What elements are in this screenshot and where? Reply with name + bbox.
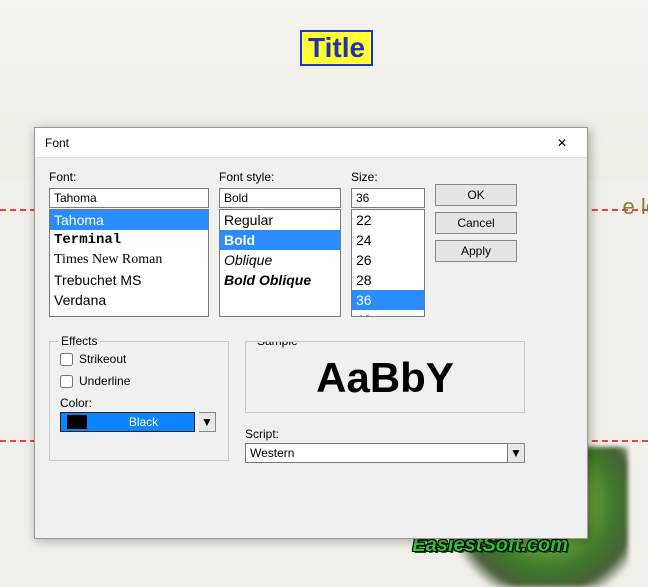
strikeout-row[interactable]: Strikeout [60, 352, 218, 366]
font-list[interactable]: Tahoma Terminal Times New Roman Trebuche… [49, 209, 209, 317]
style-label: Font style: [219, 170, 341, 184]
list-item[interactable]: 36 [352, 290, 424, 310]
script-label: Script: [245, 427, 525, 441]
list-item[interactable]: 22 [352, 210, 424, 230]
list-item[interactable]: Oblique [220, 250, 340, 270]
color-dropdown-button[interactable]: ▼ [199, 412, 216, 432]
size-list[interactable]: 22 24 26 28 36 48 72 [351, 209, 425, 317]
font-input[interactable] [49, 188, 209, 208]
close-icon: ✕ [557, 136, 567, 150]
strikeout-checkbox[interactable] [60, 353, 73, 366]
sample-text: AaBbY [316, 354, 454, 402]
list-item[interactable]: Terminal [50, 230, 208, 250]
size-label: Size: [351, 170, 425, 184]
effects-legend: Effects [58, 334, 100, 348]
color-label: Color: [60, 396, 218, 410]
list-item[interactable]: Tahoma [50, 210, 208, 230]
underline-label: Underline [79, 374, 130, 388]
color-name: Black [93, 415, 194, 429]
list-item[interactable]: 48 [352, 310, 424, 317]
dialog-title: Font [45, 136, 541, 150]
underline-checkbox[interactable] [60, 375, 73, 388]
bg-text-right: e le [623, 194, 648, 220]
title-box[interactable]: Title [300, 30, 373, 66]
script-dropdown-button[interactable]: ▼ [508, 443, 525, 463]
list-item[interactable]: Trebuchet MS [50, 270, 208, 290]
font-dialog: Font ✕ Font: Tahoma Terminal Times New R… [34, 127, 588, 539]
style-list[interactable]: Regular Bold Oblique Bold Oblique [219, 209, 341, 317]
strikeout-label: Strikeout [79, 352, 126, 366]
underline-row[interactable]: Underline [60, 374, 218, 388]
apply-button[interactable]: Apply [435, 240, 517, 262]
chevron-down-icon: ▼ [201, 415, 213, 429]
list-item[interactable]: Verdana [50, 290, 208, 310]
effects-group: Effects Strikeout Underline Color: Black… [49, 341, 229, 461]
titlebar: Font ✕ [35, 128, 587, 158]
color-swatch [67, 415, 87, 429]
script-combo[interactable] [245, 443, 508, 463]
ok-button[interactable]: OK [435, 184, 517, 206]
list-item[interactable]: Regular [220, 210, 340, 230]
size-input[interactable] [351, 188, 425, 208]
sample-group: Sample AaBbY [245, 341, 525, 413]
sample-legend: Sample [254, 341, 301, 348]
close-button[interactable]: ✕ [541, 131, 583, 155]
list-item[interactable]: Times New Roman [50, 250, 208, 270]
chevron-down-icon: ▼ [510, 446, 522, 460]
cancel-button[interactable]: Cancel [435, 212, 517, 234]
list-item[interactable]: Bold Oblique [220, 270, 340, 290]
style-input[interactable] [219, 188, 341, 208]
list-item[interactable]: 28 [352, 270, 424, 290]
list-item[interactable]: 26 [352, 250, 424, 270]
color-combo[interactable]: Black [60, 412, 195, 432]
font-label: Font: [49, 170, 209, 184]
list-item[interactable]: 24 [352, 230, 424, 250]
list-item[interactable]: Bold [220, 230, 340, 250]
